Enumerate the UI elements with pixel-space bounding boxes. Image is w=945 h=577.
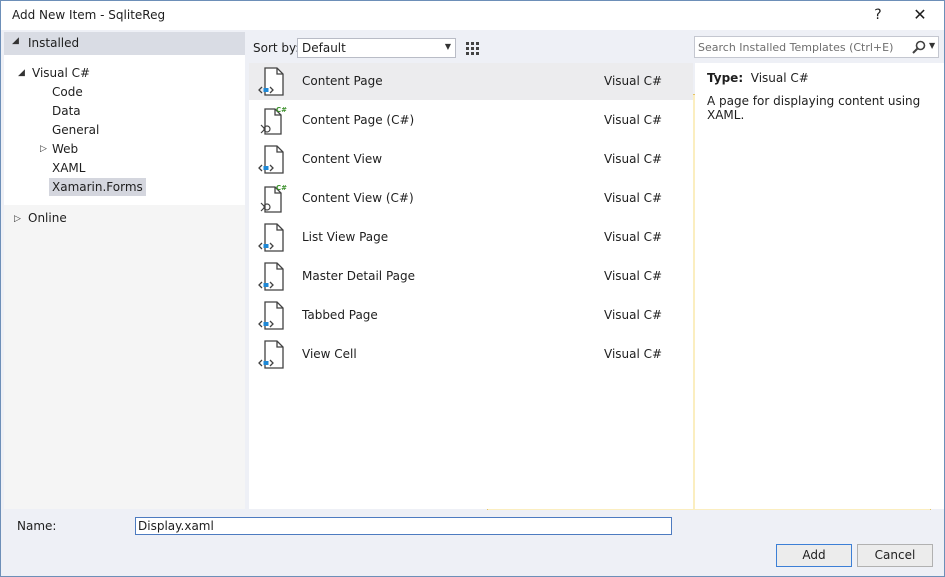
- add-new-item-dialog: Add New Item - SqliteReg ? ✕ ◢ Installed…: [0, 0, 945, 577]
- sort-by-select[interactable]: Default ▼: [297, 38, 456, 58]
- template-name: List View Page: [302, 230, 389, 244]
- sort-by-value: Default: [302, 41, 346, 55]
- template-name: Content View: [302, 152, 383, 166]
- name-input[interactable]: [138, 519, 668, 533]
- installed-label: Installed: [28, 36, 80, 50]
- template-description: A page for displaying content using XAML…: [707, 94, 921, 122]
- template-name: Content Page: [302, 74, 383, 88]
- category-panel: ◢ Installed ◢ Visual C# Code Data Genera…: [4, 32, 245, 509]
- online-expand-icon[interactable]: ▷: [14, 214, 21, 224]
- sort-by-label: Sort by:: [253, 41, 300, 55]
- web-expand-icon[interactable]: ▷: [40, 144, 47, 154]
- title-bar: Add New Item - SqliteReg ? ✕: [1, 1, 944, 30]
- template-item-content-page[interactable]: Content Page Visual C#: [249, 63, 693, 100]
- template-item-tabbed-page[interactable]: Tabbed Page Visual C#: [249, 297, 693, 334]
- template-language: Visual C#: [604, 308, 663, 322]
- template-language: Visual C#: [604, 152, 663, 166]
- template-language: Visual C#: [604, 269, 663, 283]
- name-label: Name:: [17, 519, 57, 533]
- template-language: Visual C#: [604, 347, 663, 361]
- template-name: Tabbed Page: [302, 308, 378, 322]
- type-label: Type:: [707, 71, 744, 85]
- add-button[interactable]: Add: [776, 544, 852, 567]
- template-details-panel: Type: Visual C# A page for displaying co…: [695, 63, 944, 509]
- template-item-view-cell[interactable]: View Cell Visual C#: [249, 336, 693, 373]
- search-templates-box[interactable]: ▼: [694, 36, 939, 58]
- template-item-content-view-csharp[interactable]: C# Content View (C#) Visual C#: [249, 180, 693, 217]
- collapse-arrow-icon[interactable]: ◢: [12, 36, 19, 46]
- template-name: Content Page (C#): [302, 113, 415, 127]
- template-type: Type: Visual C#: [707, 71, 809, 85]
- template-item-content-view[interactable]: Content View Visual C#: [249, 141, 693, 178]
- medium-icons-view-button[interactable]: [461, 37, 483, 59]
- xaml-page-icon: [258, 262, 284, 291]
- search-options-chevron-icon[interactable]: ▼: [929, 41, 935, 50]
- tree-item-data[interactable]: Data: [52, 102, 81, 120]
- installed-tree: ◢ Visual C# Code Data General ▷ Web XAML…: [4, 55, 245, 205]
- template-language: Visual C#: [604, 74, 663, 88]
- chevron-down-icon: ▼: [444, 42, 451, 51]
- name-field[interactable]: [135, 517, 672, 535]
- tree-item-xamarin-forms[interactable]: Xamarin.Forms: [49, 178, 146, 196]
- template-language: Visual C#: [604, 230, 663, 244]
- window-title: Add New Item - SqliteReg: [12, 8, 166, 22]
- template-name: Master Detail Page: [302, 269, 416, 283]
- sort-toolbar: Sort by: Default ▼: [249, 32, 931, 540]
- help-button[interactable]: ?: [867, 4, 889, 26]
- svg-text:C#: C#: [276, 184, 287, 192]
- xaml-page-icon: [258, 340, 284, 369]
- cancel-button[interactable]: Cancel: [857, 544, 933, 567]
- tree-item-online[interactable]: Online: [28, 209, 67, 227]
- tree-item-web[interactable]: Web: [52, 140, 78, 158]
- footer: Name: Add Cancel: [1, 510, 944, 576]
- tree-item-visual-csharp[interactable]: Visual C#: [32, 64, 90, 82]
- type-value: Visual C#: [750, 71, 809, 85]
- xaml-page-icon: [258, 145, 284, 174]
- xaml-page-icon: [258, 67, 284, 96]
- grid-view-icon: [466, 42, 479, 55]
- csharp-page-icon: C#: [260, 106, 287, 135]
- template-name: Content View (C#): [302, 191, 414, 205]
- close-button[interactable]: ✕: [908, 4, 932, 26]
- search-icon[interactable]: [911, 39, 927, 55]
- tree-item-general[interactable]: General: [52, 121, 99, 139]
- svg-text:C#: C#: [276, 106, 287, 114]
- template-list: Content Page Visual C# C# Content Page (…: [249, 63, 693, 509]
- search-input[interactable]: [698, 39, 908, 55]
- template-name: View Cell: [302, 347, 357, 361]
- template-language: Visual C#: [604, 113, 663, 127]
- tree-item-xaml[interactable]: XAML: [52, 159, 85, 177]
- template-item-content-page-csharp[interactable]: C# Content Page (C#) Visual C#: [249, 102, 693, 139]
- csharp-page-icon: C#: [260, 184, 287, 213]
- xaml-page-icon: [258, 223, 284, 252]
- template-item-list-view-page[interactable]: List View Page Visual C#: [249, 219, 693, 256]
- visual-csharp-expand-icon[interactable]: ◢: [18, 68, 25, 78]
- installed-header[interactable]: ◢ Installed: [4, 32, 245, 55]
- xaml-page-icon: [258, 301, 284, 330]
- template-item-master-detail-page[interactable]: Master Detail Page Visual C#: [249, 258, 693, 295]
- template-language: Visual C#: [604, 191, 663, 205]
- tree-item-code[interactable]: Code: [52, 83, 83, 101]
